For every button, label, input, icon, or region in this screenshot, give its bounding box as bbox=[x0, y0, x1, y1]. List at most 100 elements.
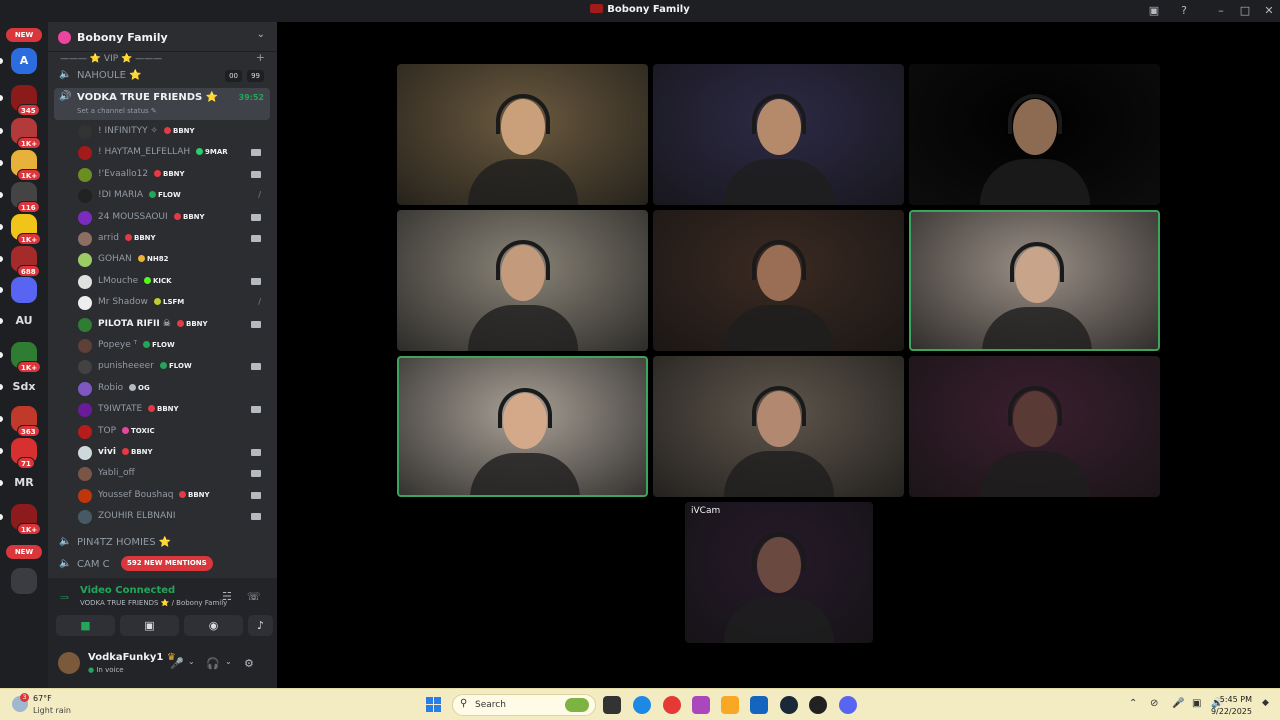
voice-member[interactable]: !'Evaallo12 BBNY bbox=[78, 166, 268, 185]
voice-member[interactable]: LMouche KICK bbox=[78, 273, 268, 292]
microphone-tray-icon[interactable]: 🎤 bbox=[1172, 698, 1184, 709]
mic-options-chevron-icon[interactable]: ⌄ bbox=[188, 657, 195, 666]
soundboard-button[interactable]: ♪ bbox=[248, 615, 273, 636]
taskbar-clock[interactable]: 5:45 PM 9/22/2025 bbox=[1211, 694, 1252, 718]
video-tile-8[interactable] bbox=[653, 356, 904, 497]
microphone-icon[interactable]: 🎤 bbox=[170, 657, 184, 670]
video-tile-7[interactable] bbox=[397, 356, 648, 497]
taskbar-search[interactable]: ⚲ Search bbox=[452, 694, 596, 716]
avatar[interactable] bbox=[58, 652, 80, 674]
headphones-icon[interactable]: 🎧 bbox=[206, 657, 220, 670]
voice-member[interactable]: Robio OG bbox=[78, 380, 268, 399]
activity-button[interactable]: ◉ bbox=[184, 615, 243, 636]
guild-header[interactable]: Bobony Family ⌄ bbox=[48, 22, 277, 52]
gear-icon[interactable]: ⚙ bbox=[244, 657, 254, 670]
voice-channel-nahoule[interactable]: 🔈 NAHOULE ⭐ 00 99 bbox=[54, 66, 270, 86]
server-icon-last[interactable] bbox=[11, 568, 37, 594]
video-tile-1[interactable] bbox=[397, 64, 648, 205]
weather-condition[interactable]: Light rain bbox=[33, 706, 71, 715]
new-servers-tag-bottom[interactable]: NEW bbox=[6, 545, 42, 559]
network-off-icon[interactable]: ⊘ bbox=[1150, 698, 1158, 709]
chevron-down-icon[interactable]: ⌄ bbox=[257, 29, 265, 40]
close-icon[interactable]: ✕ bbox=[1261, 3, 1277, 19]
participant-torso bbox=[979, 159, 1090, 205]
channel-status-hint[interactable]: Set a channel status ✎ bbox=[77, 107, 157, 115]
voice-channel-pin4tz[interactable]: 🔈 PIN4TZ HOMIES ⭐ bbox=[54, 533, 270, 553]
voice-member[interactable]: ! INFINITYY ✧ BBNY bbox=[78, 123, 268, 142]
participant-torso bbox=[981, 307, 1092, 349]
display-icon[interactable]: ▣ bbox=[1192, 698, 1201, 709]
notification-bell-icon[interactable]: ◆ bbox=[1262, 698, 1269, 708]
voice-member[interactable]: GOHAN NH82 bbox=[78, 251, 268, 270]
guild-tag-icon bbox=[149, 191, 156, 199]
video-tile-5[interactable] bbox=[653, 210, 904, 351]
task-view-icon[interactable] bbox=[603, 696, 621, 714]
video-tile-9[interactable] bbox=[909, 356, 1160, 497]
maximize-icon[interactable]: □ bbox=[1237, 3, 1253, 19]
video-tile-6[interactable] bbox=[909, 210, 1160, 351]
avatar bbox=[78, 467, 92, 482]
voice-member[interactable]: !DI MARIA FLOW ∕ bbox=[78, 187, 268, 206]
voice-status-title[interactable]: Video Connected bbox=[80, 585, 175, 596]
disconnect-icon[interactable]: ☏ bbox=[247, 590, 261, 603]
noise-suppression-icon[interactable]: ☵ bbox=[222, 590, 232, 603]
guild-tag-icon bbox=[143, 341, 150, 348]
camera-button[interactable]: ■ bbox=[56, 615, 115, 636]
voice-member[interactable]: TOP TOXIC bbox=[78, 423, 268, 442]
member-name: ZOUHIR ELBNANI bbox=[98, 511, 176, 522]
server-icon-8[interactable] bbox=[11, 277, 37, 303]
discord-taskbar-icon[interactable] bbox=[839, 696, 857, 714]
channel-name: NAHOULE ⭐ bbox=[77, 70, 142, 81]
signal-icon[interactable]: ⥰ bbox=[60, 590, 69, 604]
member-name: TOP bbox=[98, 425, 117, 436]
guild-tag-icon bbox=[122, 426, 129, 434]
help-icon[interactable]: ? bbox=[1176, 3, 1192, 19]
voice-member[interactable]: PILOTA RIFII ☠ BBNY bbox=[78, 316, 268, 335]
voice-channel-vodka[interactable]: 🔊 VODKA TRUE FRIENDS ⭐ 39:52 Set a chann… bbox=[54, 88, 270, 120]
video-tile-3[interactable] bbox=[909, 64, 1160, 205]
video-camera-icon bbox=[251, 320, 261, 328]
server-icon-11[interactable]: Sdx bbox=[11, 374, 37, 400]
avatar bbox=[78, 360, 92, 375]
copilot-icon[interactable] bbox=[692, 696, 710, 714]
voice-member[interactable]: Mr Shadow LSFM ∕ bbox=[78, 294, 268, 313]
screen-share-icon[interactable]: ▣ bbox=[1146, 3, 1162, 19]
steam-icon[interactable] bbox=[780, 696, 798, 714]
new-mentions-pill[interactable]: 592 NEW MENTIONS bbox=[121, 556, 213, 571]
tray-chevron-up-icon[interactable]: ⌃ bbox=[1129, 698, 1137, 709]
obs-icon[interactable] bbox=[809, 696, 827, 714]
category-vip[interactable]: ——— ⭐ VIP ⭐ ——— bbox=[60, 54, 162, 64]
video-tile-ivcam[interactable]: iVCam bbox=[685, 502, 873, 643]
screen-share-button[interactable]: ▣ bbox=[120, 615, 179, 636]
voice-member[interactable]: Yabli_off bbox=[78, 465, 268, 484]
bobony-logo bbox=[590, 4, 604, 13]
minimize-icon[interactable]: – bbox=[1213, 3, 1229, 19]
weather-temp[interactable]: 67°F bbox=[33, 694, 52, 703]
new-servers-tag[interactable]: NEW bbox=[6, 28, 42, 42]
file-explorer-icon[interactable] bbox=[721, 696, 739, 714]
voice-member[interactable]: T9IWTATE BBNY bbox=[78, 401, 268, 420]
server-icon-1[interactable]: A bbox=[11, 48, 37, 74]
edge-icon[interactable] bbox=[633, 696, 651, 714]
audio-options-chevron-icon[interactable]: ⌄ bbox=[225, 657, 232, 666]
add-channel-icon[interactable]: + bbox=[256, 51, 265, 64]
video-tile-4[interactable] bbox=[397, 210, 648, 351]
voice-member[interactable]: 24 MOUSSAOUI BBNY bbox=[78, 209, 268, 228]
voice-member[interactable]: punisheeeer FLOW bbox=[78, 358, 268, 377]
chrome-icon[interactable] bbox=[663, 696, 681, 714]
server-icon-9[interactable]: AU bbox=[11, 308, 37, 334]
voice-member[interactable]: ! HAYTAM_ELFELLAH 9MAR bbox=[78, 144, 268, 163]
video-tile-2[interactable] bbox=[653, 64, 904, 205]
voice-member[interactable]: Youssef Boushaq BBNY bbox=[78, 487, 268, 506]
voice-member[interactable]: arrid BBNY bbox=[78, 230, 268, 249]
voice-member[interactable]: vivi BBNY bbox=[78, 444, 268, 463]
voice-member[interactable]: Popeye ᵀ FLOW bbox=[78, 337, 268, 356]
server-icon-14[interactable]: MR bbox=[11, 470, 37, 496]
username[interactable]: VodkaFunky1 ♛ bbox=[88, 652, 176, 663]
voice-status-subtitle[interactable]: VODKA TRUE FRIENDS ⭐ / Bobony Family bbox=[80, 599, 227, 607]
guild-tag-icon bbox=[179, 490, 186, 498]
windows-start-icon[interactable] bbox=[426, 697, 441, 712]
member-guild-tag: BBNY bbox=[177, 319, 208, 328]
store-icon[interactable] bbox=[750, 696, 768, 714]
voice-member[interactable]: ZOUHIR ELBNANI bbox=[78, 508, 268, 527]
